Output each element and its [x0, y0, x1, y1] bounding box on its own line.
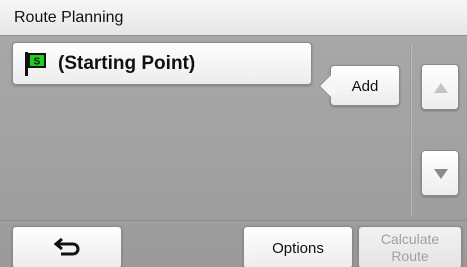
add-button[interactable]: Add	[318, 65, 400, 106]
add-button-label: Add	[351, 78, 379, 95]
scroll-up-button[interactable]	[421, 64, 459, 110]
calculate-route-line1: Calculate	[380, 231, 440, 247]
calculate-route-line2: Route	[391, 248, 429, 264]
route-point-item[interactable]: S (Starting Point)	[12, 42, 312, 85]
scroll-divider	[410, 44, 412, 216]
arrow-down-icon	[434, 169, 448, 179]
back-arrow-icon	[53, 237, 80, 256]
calculate-route-label: Calculate Route	[359, 231, 461, 265]
options-button-label: Options	[272, 240, 324, 257]
route-planning-screen: Route Planning S (Starting Point) Add Op…	[0, 0, 467, 267]
start-flag-letter: S	[34, 57, 41, 68]
scroll-down-button[interactable]	[421, 150, 459, 196]
start-flag-icon: S	[25, 52, 46, 76]
calculate-route-button[interactable]: Calculate Route	[358, 226, 462, 267]
back-button[interactable]	[12, 226, 122, 267]
page-title: Route Planning	[14, 9, 124, 26]
options-button[interactable]: Options	[243, 226, 353, 267]
route-point-label: (Starting Point)	[58, 53, 196, 74]
arrow-up-icon	[434, 83, 448, 93]
title-bar: Route Planning	[0, 0, 467, 36]
